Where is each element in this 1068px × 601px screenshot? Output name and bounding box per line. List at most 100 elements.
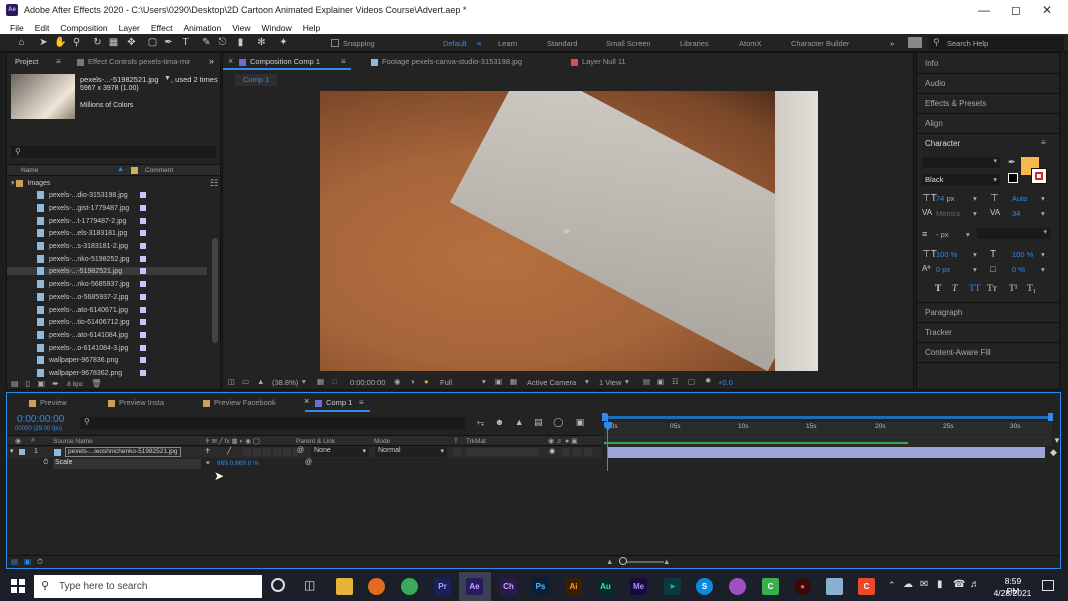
project-item[interactable]: pexels-...s-3183181-2.jpg — [37, 242, 207, 250]
eyedropper-icon[interactable]: ✒ — [1008, 157, 1016, 168]
transparency-grid-icon[interactable]: ▦ — [510, 377, 517, 386]
exposure-icon[interactable]: ✹ — [705, 376, 711, 385]
parent-select[interactable]: None ▾ — [311, 447, 369, 457]
panel-overflow-icon[interactable]: » — [209, 56, 214, 66]
col-comment-header[interactable]: Comment — [145, 167, 173, 174]
bit-depth[interactable]: 8 bpc — [67, 381, 83, 388]
leading-value[interactable]: Auto — [1012, 194, 1027, 203]
premiere-icon[interactable]: Pr — [434, 578, 451, 595]
col-name-header[interactable]: Name — [21, 167, 38, 174]
trkmat-header[interactable]: TrkMat — [466, 438, 486, 445]
audition-icon[interactable]: Au — [597, 578, 614, 595]
channel-icon[interactable]: ● — [424, 377, 429, 386]
camera-dropdown-icon[interactable]: ▾ — [585, 377, 589, 386]
stroke-width-value[interactable]: - px — [936, 230, 949, 239]
photoshop-icon[interactable]: Ps — [532, 578, 549, 595]
motion-blur-icon[interactable]: ▤ — [534, 417, 543, 427]
tab-preview[interactable]: Preview — [29, 398, 67, 411]
menu-window[interactable]: Window — [262, 23, 292, 33]
zoom-out-icon[interactable]: ▲ — [606, 557, 613, 566]
mail-icon[interactable]: ✉ — [920, 579, 928, 590]
menu-view[interactable]: View — [232, 23, 250, 33]
project-item[interactable]: pexels-...o-6141084-3.jpg — [37, 344, 207, 352]
project-item[interactable]: pexels-...ato-6141084.jpg — [37, 331, 207, 339]
composition-canvas[interactable]: ⌖ — [320, 91, 818, 371]
timeline-timecode[interactable]: 0:00:00:00 — [17, 414, 64, 425]
menu-composition[interactable]: Composition — [60, 23, 107, 33]
clock-date[interactable]: 4/28/2021 — [990, 588, 1035, 598]
delete-icon[interactable]: 🗑 — [91, 379, 101, 388]
selection-tool-icon[interactable]: ➤ — [38, 37, 49, 48]
graph-editor-icon[interactable]: ◯ — [553, 417, 563, 427]
after-effects-icon[interactable]: Ae — [466, 578, 483, 595]
comp-button-icon[interactable]: ▼ — [1053, 436, 1061, 445]
stroke-width-dropdown-icon[interactable]: ▾ — [966, 230, 970, 239]
mask-visibility-icon[interactable]: ▲ — [257, 377, 264, 386]
faux-bold-icon[interactable]: T — [935, 284, 941, 294]
resolution-select[interactable]: Full — [440, 378, 452, 387]
font-size-dropdown-icon[interactable]: ▾ — [973, 194, 977, 203]
region-of-interest-icon[interactable]: □ — [332, 377, 337, 386]
font-family-select[interactable]: ▾ — [922, 157, 1000, 168]
project-item[interactable]: wallpaper-9678362.png — [37, 369, 207, 377]
project-item[interactable]: pexels-...t-1779487-2.jpg — [37, 217, 207, 225]
show-hidden-icons[interactable]: ⌃ — [888, 580, 896, 591]
cloud-icon[interactable]: ☁ — [903, 579, 913, 590]
camera-tool-icon[interactable]: ▦ — [108, 37, 119, 48]
layer-row[interactable]: ▾ 1 pexels-...ieoshnichenko-51982521.jpg… — [7, 447, 602, 458]
character-animator-icon[interactable]: Ch — [500, 578, 517, 595]
video-visibility-icon[interactable]: ◉ — [549, 447, 555, 455]
project-item[interactable]: wallpaper-967836.png — [37, 356, 207, 364]
file-explorer-icon[interactable] — [336, 578, 353, 595]
anchor-point-icon[interactable]: ⌖ — [563, 224, 570, 239]
tab-effect-controls[interactable]: Effect Controls pexels-tima-mir — [77, 57, 190, 70]
firefox-icon[interactable] — [368, 578, 385, 595]
zoom-in-icon[interactable]: ▲ — [663, 557, 670, 566]
small-caps-icon[interactable]: Tт — [987, 284, 997, 294]
volume-icon[interactable]: ♬ — [970, 579, 980, 590]
notes-icon[interactable] — [826, 578, 843, 595]
clone-stamp-tool-icon[interactable]: ⎋ — [217, 37, 228, 48]
brush-tool-icon[interactable]: ✎ — [201, 37, 212, 48]
network-icon[interactable]: ☎ — [953, 579, 965, 590]
minimize-button[interactable]: — — [978, 3, 990, 17]
fast-previews-icon[interactable]: ▣ — [495, 377, 502, 386]
tracker-panel-header[interactable]: Tracker — [925, 328, 952, 337]
lock-toggle[interactable] — [584, 448, 592, 456]
project-item-selected[interactable]: pexels-...-51982521.jpg — [7, 267, 207, 275]
workspace-default[interactable]: Default — [443, 39, 467, 48]
zoom-dropdown-icon[interactable]: ▾ — [302, 377, 306, 386]
item-dropdown-icon[interactable]: ▼ — [164, 75, 171, 82]
transfer-controls-toggle-icon[interactable]: ▣ — [24, 557, 31, 566]
tab-menu-icon[interactable]: ≡ — [341, 57, 346, 66]
workspace-learn[interactable]: Learn — [498, 39, 517, 48]
always-preview-icon[interactable]: ◫ — [228, 377, 235, 386]
maximize-button[interactable]: ◻ — [1011, 3, 1021, 17]
baseline-shift-value[interactable]: 0 px — [936, 265, 950, 274]
view-dropdown-icon[interactable]: ▾ — [625, 377, 629, 386]
font-style-select[interactable]: Black ▾ — [922, 174, 1000, 185]
paragraph-panel-header[interactable]: Paragraph — [925, 308, 962, 317]
layer-duration-bar[interactable] — [607, 447, 1045, 458]
font-size-value[interactable]: 74 px — [936, 194, 954, 203]
capture-icon[interactable]: C — [858, 578, 875, 595]
layer-switches[interactable] — [243, 448, 298, 456]
menu-layer[interactable]: Layer — [119, 23, 140, 33]
tracking-value[interactable]: 34 — [1012, 209, 1020, 218]
zoom-level[interactable]: (38.8%) — [272, 378, 298, 387]
project-item[interactable]: pexels-...dio-3153198.jpg — [37, 191, 207, 199]
effects-presets-header[interactable]: Effects & Presets — [925, 99, 986, 108]
monitor-icon[interactable]: ▭ — [242, 377, 249, 386]
flowchart-view-icon[interactable]: ☷ — [672, 377, 679, 386]
close-button[interactable]: ✕ — [1042, 3, 1052, 17]
menu-help[interactable]: Help — [303, 23, 320, 33]
scale-property-label[interactable]: Scale — [53, 459, 201, 469]
tracking-dropdown-icon[interactable]: ▾ — [1041, 209, 1045, 218]
superscript-icon[interactable]: T¹ — [1009, 284, 1018, 294]
vertical-scale-dropdown-icon[interactable]: ▾ — [973, 250, 977, 259]
rotate-tool-icon[interactable]: ↻ — [92, 37, 103, 48]
media-encoder-icon[interactable]: Me — [630, 578, 647, 595]
preserve-transparency-toggle[interactable] — [453, 448, 461, 456]
toggle-pixel-aspect-icon[interactable]: ▤ — [643, 377, 650, 386]
grid-icon[interactable]: ▦ — [317, 377, 324, 386]
